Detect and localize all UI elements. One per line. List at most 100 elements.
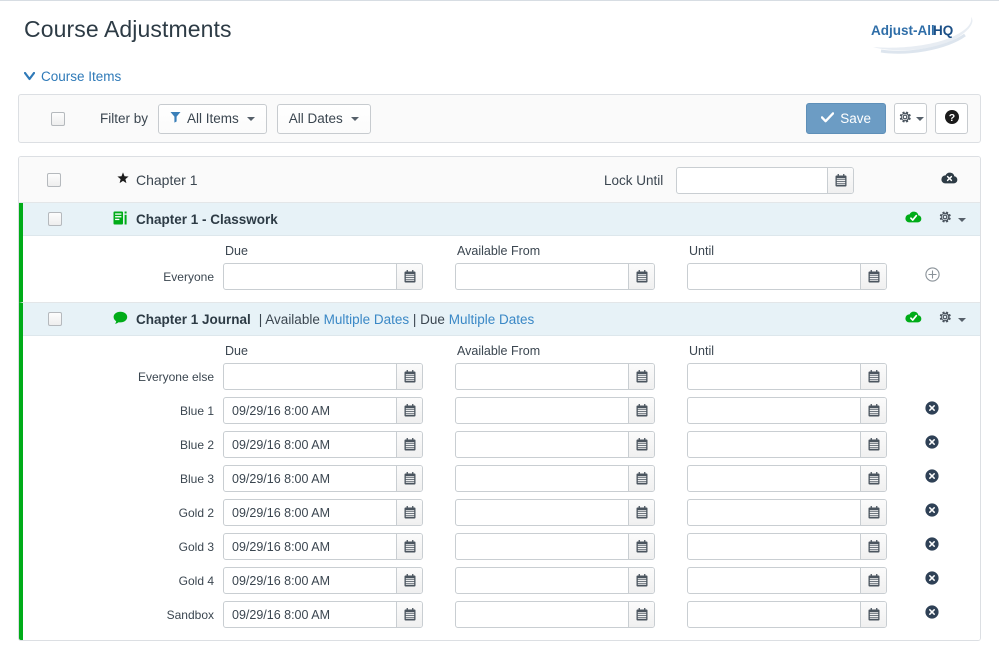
due-date-input[interactable] xyxy=(224,500,396,525)
calendar-icon[interactable] xyxy=(396,466,422,491)
until-date-input[interactable] xyxy=(688,364,860,389)
remove-circle-icon[interactable] xyxy=(925,605,939,624)
until-date-input[interactable] xyxy=(688,602,860,627)
until-date-input[interactable] xyxy=(688,264,860,289)
override-row-action[interactable] xyxy=(919,605,959,624)
calendar-icon[interactable] xyxy=(628,534,654,559)
available-from-date-input[interactable] xyxy=(456,568,628,593)
calendar-icon[interactable] xyxy=(860,264,886,289)
due-date-field[interactable] xyxy=(223,397,423,424)
calendar-icon[interactable] xyxy=(860,364,886,389)
calendar-icon[interactable] xyxy=(628,432,654,457)
calendar-icon[interactable] xyxy=(396,264,422,289)
due-date-field[interactable] xyxy=(223,431,423,458)
calendar-icon[interactable] xyxy=(628,500,654,525)
until-date-field[interactable] xyxy=(687,363,887,390)
due-date-input[interactable] xyxy=(224,466,396,491)
calendar-icon[interactable] xyxy=(628,364,654,389)
meta-due-dates-link[interactable]: Multiple Dates xyxy=(449,312,535,327)
calendar-icon[interactable] xyxy=(396,534,422,559)
due-date-input[interactable] xyxy=(224,264,396,289)
available-from-date-field[interactable] xyxy=(455,601,655,628)
override-row-action[interactable] xyxy=(919,503,959,522)
available-from-date-input[interactable] xyxy=(456,500,628,525)
calendar-icon[interactable] xyxy=(396,500,422,525)
due-date-input[interactable] xyxy=(224,364,396,389)
due-date-input[interactable] xyxy=(224,398,396,423)
calendar-icon[interactable] xyxy=(860,432,886,457)
item-settings-gear-dropdown[interactable] xyxy=(938,310,966,329)
due-date-field[interactable] xyxy=(223,499,423,526)
override-row-action[interactable] xyxy=(919,401,959,420)
calendar-icon[interactable] xyxy=(396,432,422,457)
available-from-date-field[interactable] xyxy=(455,499,655,526)
available-from-date-input[interactable] xyxy=(456,466,628,491)
calendar-icon[interactable] xyxy=(396,602,422,627)
until-date-field[interactable] xyxy=(687,465,887,492)
available-from-date-field[interactable] xyxy=(455,431,655,458)
override-row-action[interactable] xyxy=(919,469,959,488)
available-from-date-input[interactable] xyxy=(456,264,628,289)
due-date-input[interactable] xyxy=(224,568,396,593)
due-date-field[interactable] xyxy=(223,601,423,628)
calendar-icon[interactable] xyxy=(860,602,886,627)
due-date-field[interactable] xyxy=(223,263,423,290)
until-date-input[interactable] xyxy=(688,534,860,559)
course-items-toggle[interactable]: Course Items xyxy=(0,69,145,84)
cloud-published-icon[interactable] xyxy=(905,310,922,329)
cloud-published-icon[interactable] xyxy=(905,210,922,229)
calendar-icon[interactable] xyxy=(860,568,886,593)
save-button[interactable]: Save xyxy=(806,103,886,134)
until-date-field[interactable] xyxy=(687,263,887,290)
remove-circle-icon[interactable] xyxy=(925,435,939,454)
available-from-date-field[interactable] xyxy=(455,567,655,594)
settings-gear-dropdown-button[interactable] xyxy=(894,103,927,134)
calendar-icon[interactable] xyxy=(860,500,886,525)
add-circle-icon[interactable] xyxy=(925,266,940,287)
override-row-action[interactable] xyxy=(919,435,959,454)
calendar-icon[interactable] xyxy=(628,398,654,423)
filter-all-items-dropdown[interactable]: All Items xyxy=(158,103,267,134)
calendar-icon[interactable] xyxy=(396,398,422,423)
available-from-date-input[interactable] xyxy=(456,364,628,389)
calendar-icon[interactable] xyxy=(628,568,654,593)
calendar-icon[interactable] xyxy=(860,466,886,491)
available-from-date-field[interactable] xyxy=(455,397,655,424)
due-date-input[interactable] xyxy=(224,602,396,627)
available-from-date-field[interactable] xyxy=(455,263,655,290)
remove-circle-icon[interactable] xyxy=(925,571,939,590)
item-select-checkbox[interactable] xyxy=(48,312,62,326)
available-from-date-field[interactable] xyxy=(455,533,655,560)
lock-until-input[interactable] xyxy=(677,167,828,193)
calendar-icon[interactable] xyxy=(827,167,854,193)
lock-until-date-field[interactable] xyxy=(676,166,855,194)
item-settings-gear-dropdown[interactable] xyxy=(938,210,966,229)
due-date-field[interactable] xyxy=(223,567,423,594)
until-date-input[interactable] xyxy=(688,568,860,593)
until-date-field[interactable] xyxy=(687,431,887,458)
override-row-action[interactable] xyxy=(919,266,959,287)
due-date-input[interactable] xyxy=(224,432,396,457)
remove-circle-icon[interactable] xyxy=(925,503,939,522)
available-from-date-input[interactable] xyxy=(456,534,628,559)
chapter-status[interactable] xyxy=(941,157,958,203)
available-from-date-input[interactable] xyxy=(456,398,628,423)
due-date-field[interactable] xyxy=(223,465,423,492)
calendar-icon[interactable] xyxy=(628,264,654,289)
override-row-action[interactable] xyxy=(919,571,959,590)
available-from-date-input[interactable] xyxy=(456,602,628,627)
calendar-icon[interactable] xyxy=(396,364,422,389)
until-date-field[interactable] xyxy=(687,397,887,424)
until-date-field[interactable] xyxy=(687,567,887,594)
until-date-field[interactable] xyxy=(687,533,887,560)
select-all-checkbox[interactable] xyxy=(51,111,65,126)
until-date-field[interactable] xyxy=(687,499,887,526)
calendar-icon[interactable] xyxy=(860,398,886,423)
until-date-input[interactable] xyxy=(688,466,860,491)
due-date-input[interactable] xyxy=(224,534,396,559)
due-date-field[interactable] xyxy=(223,533,423,560)
override-row-action[interactable] xyxy=(919,537,959,556)
filter-all-dates-dropdown[interactable]: All Dates xyxy=(276,103,371,134)
available-from-date-field[interactable] xyxy=(455,465,655,492)
help-button[interactable]: ? xyxy=(935,103,968,134)
